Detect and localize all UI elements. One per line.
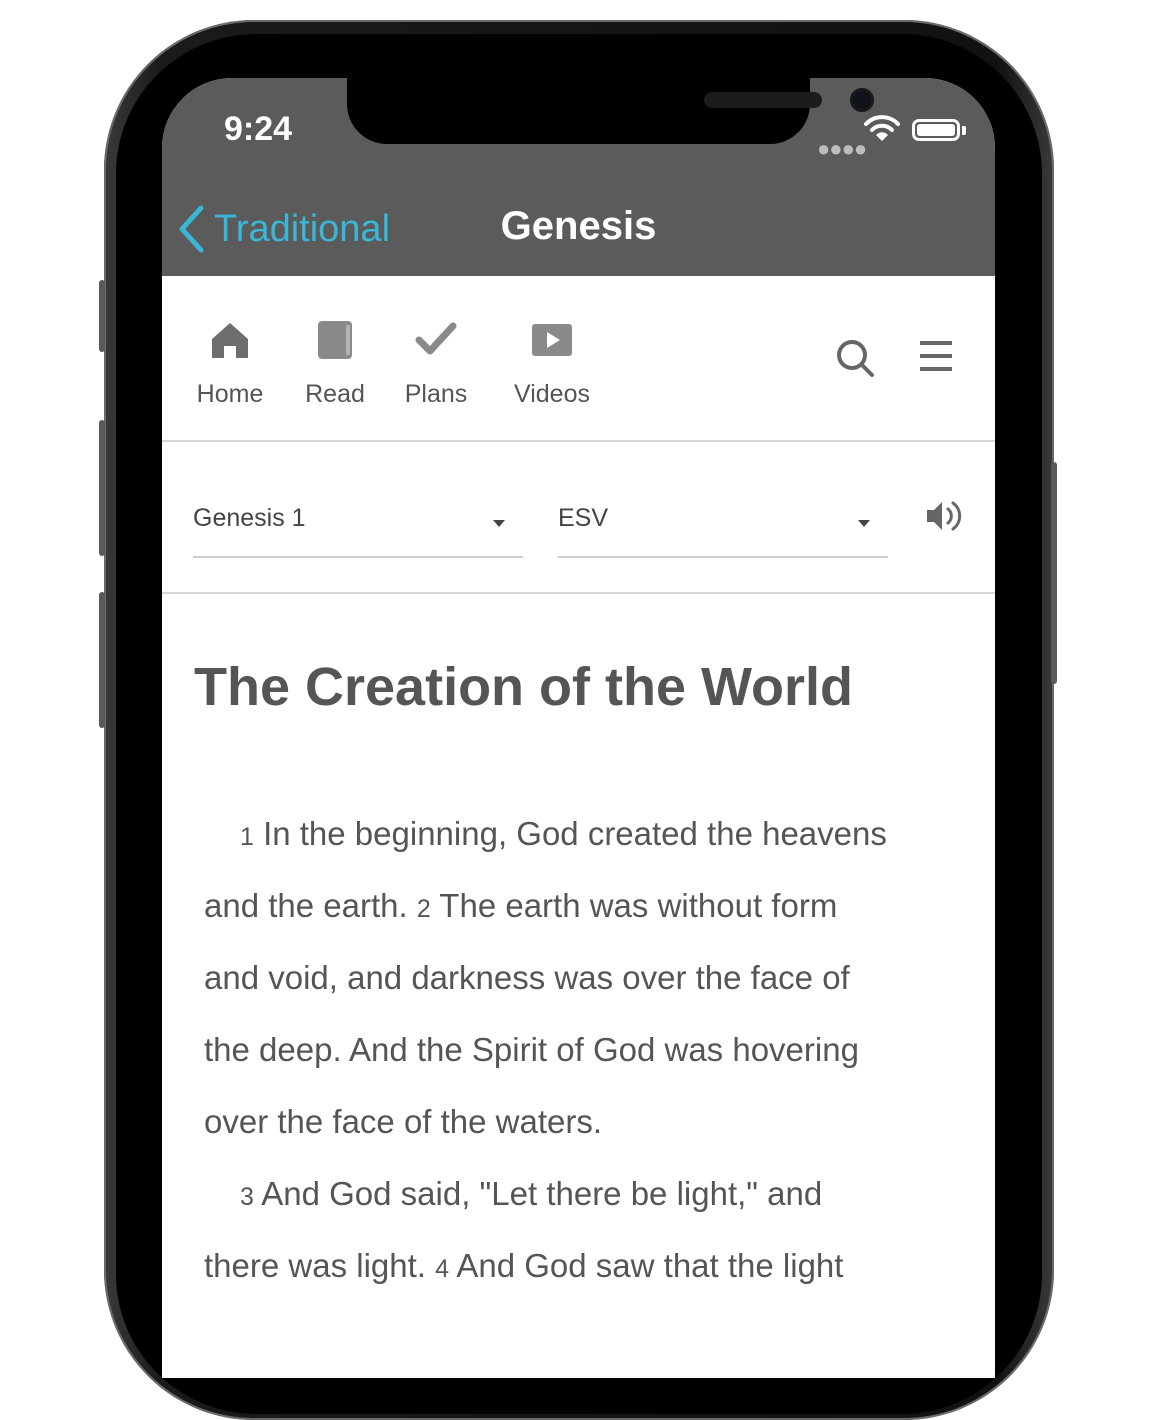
version-dropdown[interactable]: ESV — [558, 504, 888, 558]
home-icon — [212, 323, 248, 358]
volume-down-button — [99, 592, 105, 728]
passage-text: 1 In the beginning, God created the heav… — [204, 798, 964, 1302]
tab-read[interactable]: Read — [300, 316, 370, 409]
search-icon[interactable] — [835, 338, 875, 378]
chapter-dropdown[interactable]: Genesis 1 — [193, 504, 523, 558]
power-button — [1051, 462, 1057, 684]
toolbar: Home Read Plans Videos — [162, 276, 995, 442]
verse-number: 3 — [240, 1183, 254, 1211]
checkmark-icon — [415, 322, 457, 355]
chevron-left-icon — [179, 205, 204, 253]
hamburger-menu-icon[interactable] — [919, 338, 953, 374]
passage-line: over the face of the waters. — [204, 1103, 603, 1140]
passage-line: 3 And God said, "Let there be light," an… — [204, 1158, 964, 1230]
tab-home[interactable]: Home — [192, 316, 268, 409]
verse-number: 1 — [240, 823, 254, 851]
tab-read-label: Read — [305, 380, 365, 408]
tab-videos-label: Videos — [514, 380, 590, 408]
chapter-value: Genesis 1 — [193, 504, 306, 532]
wifi-icon — [864, 115, 900, 141]
passage-line: 1 In the beginning, God created the heav… — [204, 798, 964, 870]
section-heading: The Creation of the World — [194, 657, 853, 717]
passage-line: and the earth. 2 The earth was without f… — [204, 870, 964, 942]
front-camera — [850, 88, 874, 112]
version-value: ESV — [558, 504, 609, 532]
verse-text: In the beginning, God created the heaven… — [253, 815, 887, 852]
back-label: Traditional — [214, 207, 391, 250]
volume-up-button — [99, 420, 105, 556]
passage-selectors: Genesis 1 ESV — [162, 442, 995, 594]
passage-line: there was light. 4 And God saw that the … — [204, 1230, 964, 1302]
verse-text: The earth was without form — [430, 887, 838, 924]
verse-text: And God saw that the light — [449, 1247, 844, 1284]
book-icon — [318, 321, 352, 359]
back-button[interactable]: Traditional — [176, 204, 390, 254]
battery-tip — [962, 126, 966, 135]
cellular-signal-icon: ●●●● — [817, 136, 867, 161]
passage-line: and void, and darkness was over the face… — [204, 959, 850, 996]
verse-number: 4 — [435, 1255, 450, 1283]
passage-line: the deep. And the Spirit of God was hove… — [204, 1031, 859, 1068]
chevron-down-icon — [858, 520, 870, 527]
verse-text: there was light. — [204, 1247, 436, 1284]
tab-plans-label: Plans — [404, 380, 468, 408]
earpiece-speaker — [704, 92, 822, 108]
screen: 9:24 ●●●● Traditional Genesis Home Read … — [162, 78, 995, 1378]
speaker-icon[interactable] — [924, 496, 964, 536]
verse-text: And God said, "Let there be light," and — [253, 1175, 823, 1212]
tab-plans[interactable]: Plans — [400, 316, 472, 409]
tab-home-label: Home — [196, 380, 264, 408]
tab-videos[interactable]: Videos — [506, 316, 598, 409]
notch — [347, 78, 874, 144]
battery-icon — [912, 119, 960, 141]
play-icon — [532, 324, 572, 356]
mute-switch — [99, 280, 105, 352]
chevron-down-icon — [493, 520, 505, 527]
verse-text: and the earth. — [204, 887, 417, 924]
status-time: 9:24 — [224, 110, 293, 148]
verse-number: 2 — [416, 895, 431, 923]
